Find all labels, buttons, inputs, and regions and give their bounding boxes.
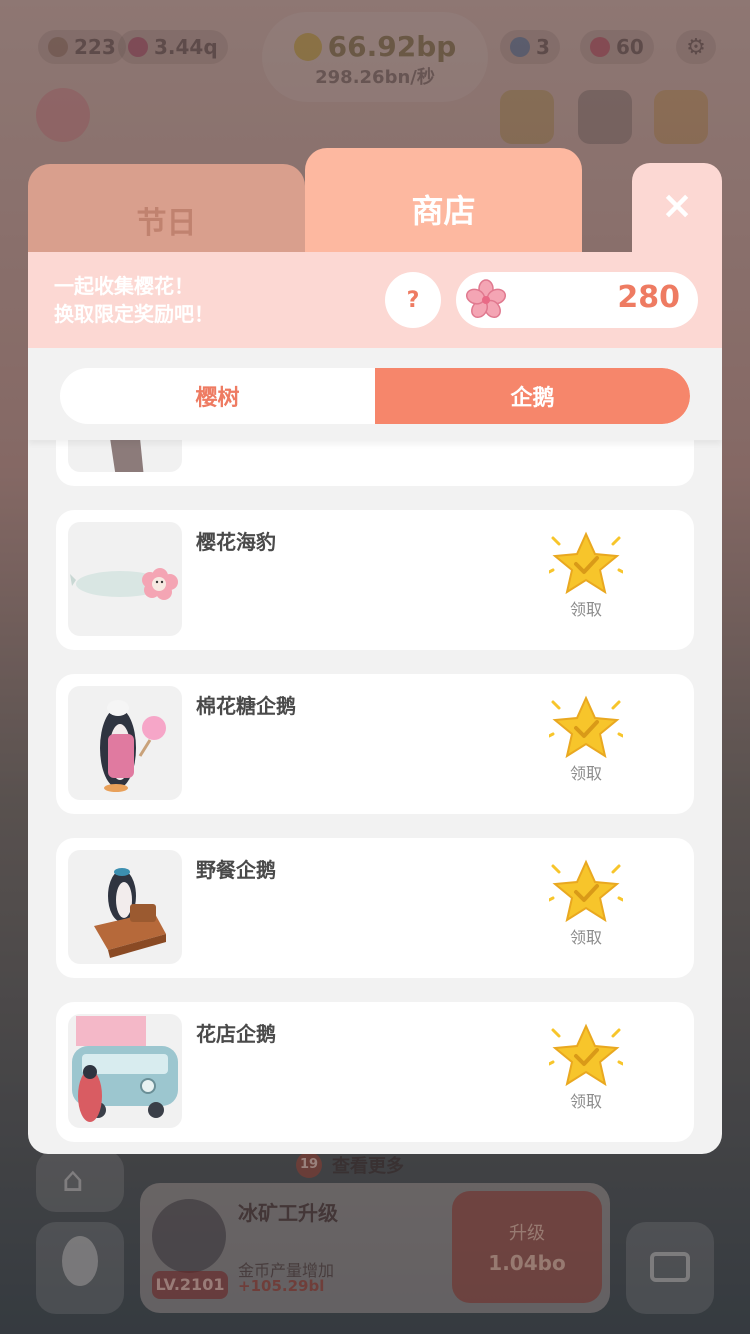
- claim-button[interactable]: 领取: [546, 530, 626, 630]
- subtab-penguin[interactable]: 企鹅: [375, 368, 690, 424]
- subtab-sakura-tree[interactable]: 樱树: [60, 368, 375, 424]
- claim-label: 领取: [569, 600, 602, 619]
- tab-holiday[interactable]: 节日: [28, 164, 305, 254]
- sakura-seal-icon: [70, 568, 178, 600]
- star-check-icon: [549, 695, 623, 759]
- claim-label: 领取: [569, 928, 602, 947]
- flower-shop-penguin-icon: [72, 1016, 178, 1122]
- intro-line-1: 一起收集樱花！: [54, 274, 194, 298]
- claim-button[interactable]: 领取: [546, 858, 626, 958]
- reward-card: 野餐企鹅 领取: [56, 838, 694, 978]
- reward-card: 花店企鹅 领取: [56, 1002, 694, 1142]
- intro-line-2: 换取限定奖励吧！: [54, 302, 214, 326]
- shop-body: 樱树 企鹅 领取: [28, 348, 722, 1154]
- reward-thumbnail: [68, 686, 182, 800]
- item-name: 樱花海豹: [196, 530, 276, 554]
- sakura-shop-modal: 节日 商店 × 一起收集樱花！ 换取限定奖励吧！ ? 280 樱树 企鹅 樱花海…: [28, 148, 722, 1154]
- cotton-candy-penguin-icon: [100, 700, 166, 792]
- reward-thumbnail: [68, 522, 182, 636]
- shop-header: 一起收集樱花！ 换取限定奖励吧！ ? 280: [28, 252, 722, 348]
- sakura-icon: [465, 279, 507, 319]
- question-icon: ?: [406, 287, 420, 313]
- reward-card: 樱花海豹 领取: [56, 510, 694, 650]
- item-name: 野餐企鹅: [196, 858, 276, 882]
- reward-thumbnail: [68, 1014, 182, 1128]
- sakura-counter: 280: [456, 272, 698, 328]
- tab-shop[interactable]: 商店: [305, 148, 582, 258]
- claim-label: 领取: [569, 764, 602, 783]
- star-check-icon: [549, 859, 623, 923]
- reward-card: 棉花糖企鹅 领取: [56, 674, 694, 814]
- star-check-icon: [549, 531, 623, 595]
- sakura-count: 280: [617, 280, 680, 315]
- close-button[interactable]: ×: [632, 163, 722, 263]
- item-name: 棉花糖企鹅: [196, 694, 296, 718]
- subtab-switch: 樱树 企鹅: [60, 368, 690, 424]
- star-check-icon: [549, 1023, 623, 1087]
- claim-label: 领取: [569, 1092, 602, 1111]
- claim-button[interactable]: 领取: [546, 1022, 626, 1122]
- claim-button[interactable]: 领取: [546, 694, 626, 794]
- reward-list[interactable]: 领取 樱花海豹: [28, 348, 722, 1154]
- intro-text: 一起收集樱花！ 换取限定奖励吧！: [54, 272, 214, 328]
- reward-thumbnail: [68, 850, 182, 964]
- close-icon: ×: [661, 183, 693, 227]
- item-name: 花店企鹅: [196, 1022, 276, 1046]
- subtab-bar: 樱树 企鹅: [28, 348, 722, 440]
- picnic-penguin-icon: [94, 868, 166, 958]
- help-button[interactable]: ?: [385, 272, 441, 328]
